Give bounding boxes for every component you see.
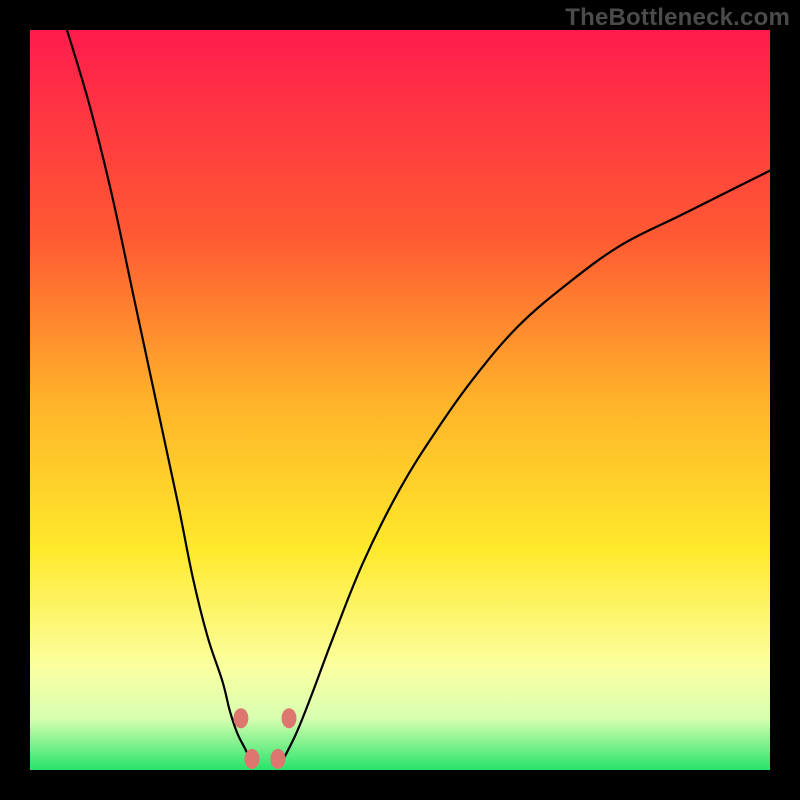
chart-stage: TheBottleneck.com [0,0,800,800]
plot-frame [30,30,770,770]
gradient-panel [30,30,770,770]
trough-marker-1 [245,749,260,769]
trough-marker-0 [233,708,248,728]
watermark-text: TheBottleneck.com [565,4,790,32]
trough-marker-3 [282,708,297,728]
trough-marker-2 [270,749,285,769]
bottleneck-curve-chart [30,30,770,770]
